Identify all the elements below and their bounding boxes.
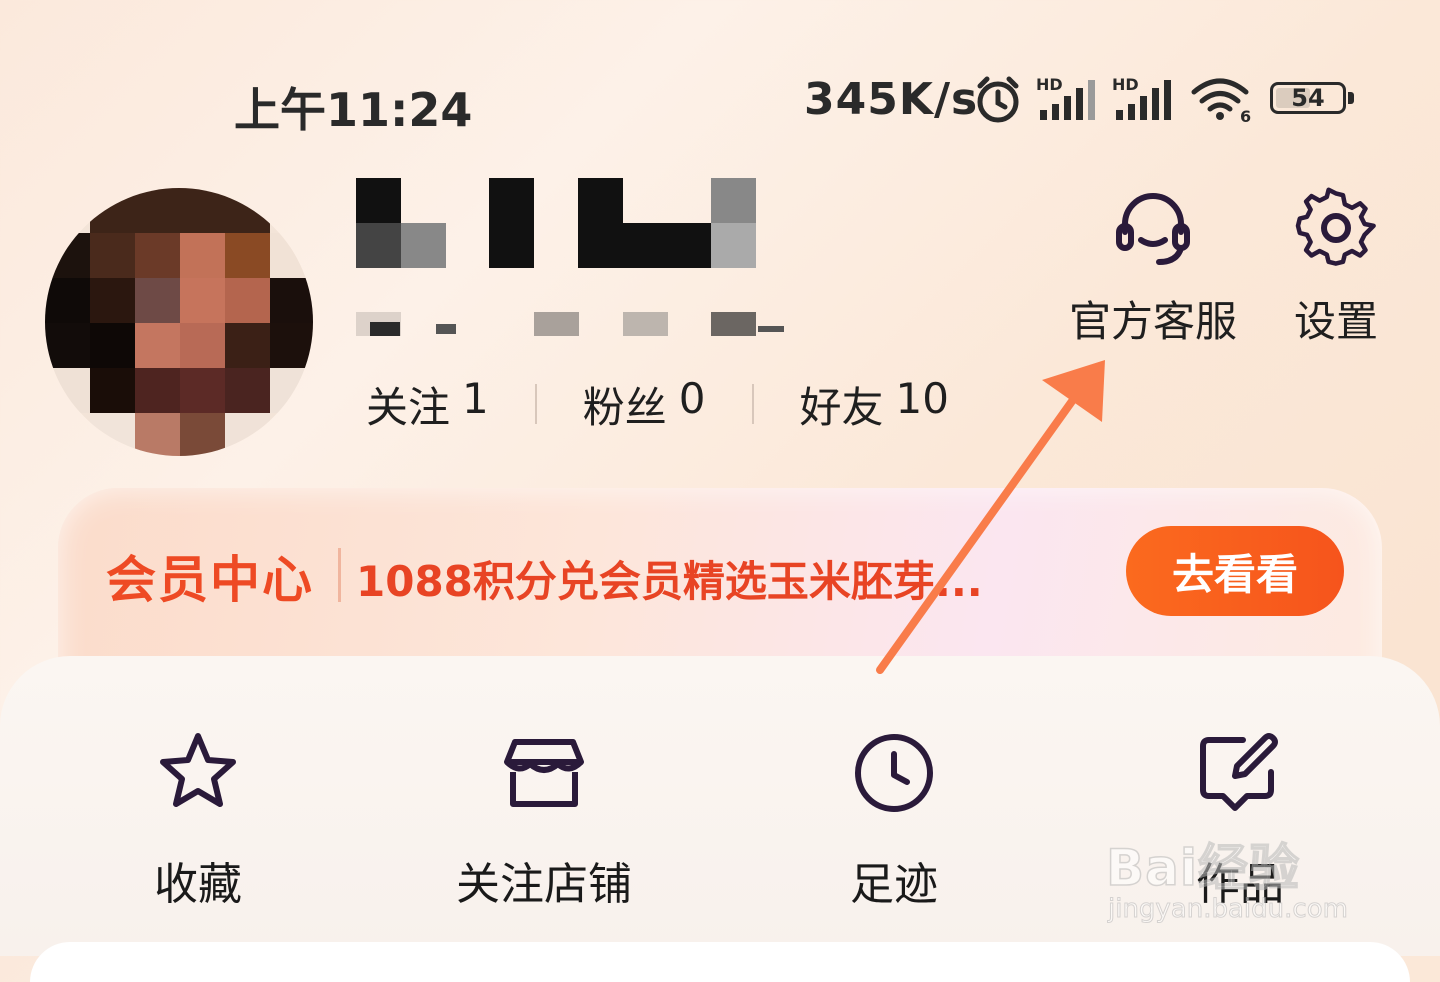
- network-speed: 345K/s: [804, 74, 979, 125]
- following-count[interactable]: 关注 1: [366, 374, 489, 435]
- content-card-edge: [30, 942, 1410, 982]
- store-icon: [504, 739, 584, 807]
- status-time: 上午11:24: [234, 83, 473, 137]
- annotation-arrow: [876, 360, 1105, 674]
- divider: [534, 384, 537, 424]
- menu-followed-stores[interactable]: 关注店铺: [436, 728, 652, 912]
- signal-hd-label: HD: [1036, 75, 1063, 94]
- go-see-button[interactable]: 去看看: [1126, 526, 1344, 616]
- clock-icon: [855, 734, 933, 812]
- baidu-jingyan-watermark: Bai经验 jingyan.baidu.com: [1105, 828, 1366, 928]
- followed-stores-label: 关注店铺: [456, 859, 632, 910]
- headset-icon: [1116, 193, 1190, 265]
- divider: [751, 384, 754, 424]
- battery-icon: 54: [1270, 82, 1358, 118]
- star-icon: [160, 733, 236, 807]
- alarm-icon: [977, 76, 1019, 123]
- vip-center-title: 会员中心: [106, 551, 314, 609]
- watermark-main: Bai经验: [1105, 838, 1300, 898]
- avatar[interactable]: [45, 188, 313, 488]
- customer-service-button[interactable]: 官方客服: [1060, 186, 1246, 349]
- fans-value: 0: [678, 373, 706, 423]
- watermark-url: jingyan.baidu.com: [1108, 894, 1349, 925]
- edit-icon: [1200, 733, 1278, 811]
- settings-button[interactable]: 设置: [1286, 186, 1386, 349]
- menu-favorites[interactable]: 收藏: [120, 728, 276, 912]
- fans-count[interactable]: 粉丝 0: [583, 374, 706, 435]
- following-label: 关注: [366, 382, 451, 432]
- favorites-label: 收藏: [154, 859, 242, 910]
- signal-icon: HD: [1036, 75, 1095, 120]
- signal-hd-label: HD: [1112, 75, 1139, 94]
- username-pixelated: [356, 178, 756, 268]
- wifi-icon: 6: [1191, 78, 1251, 124]
- fans-label: 粉丝: [582, 382, 667, 432]
- following-value: 1: [462, 373, 489, 423]
- menu-history[interactable]: 足迹: [826, 728, 962, 912]
- wifi-6-label: 6: [1240, 107, 1251, 124]
- user-id-pixelated: [356, 312, 784, 336]
- status-bar: 上午11:24 345K/s HD HD 6 54: [0, 0, 1440, 200]
- settings-label: 设置: [1293, 297, 1378, 346]
- signal-icon: HD: [1112, 75, 1171, 120]
- gear-icon: [1295, 187, 1376, 266]
- history-label: 足迹: [850, 859, 938, 910]
- battery-level: 54: [1291, 84, 1325, 112]
- divider: [338, 548, 341, 602]
